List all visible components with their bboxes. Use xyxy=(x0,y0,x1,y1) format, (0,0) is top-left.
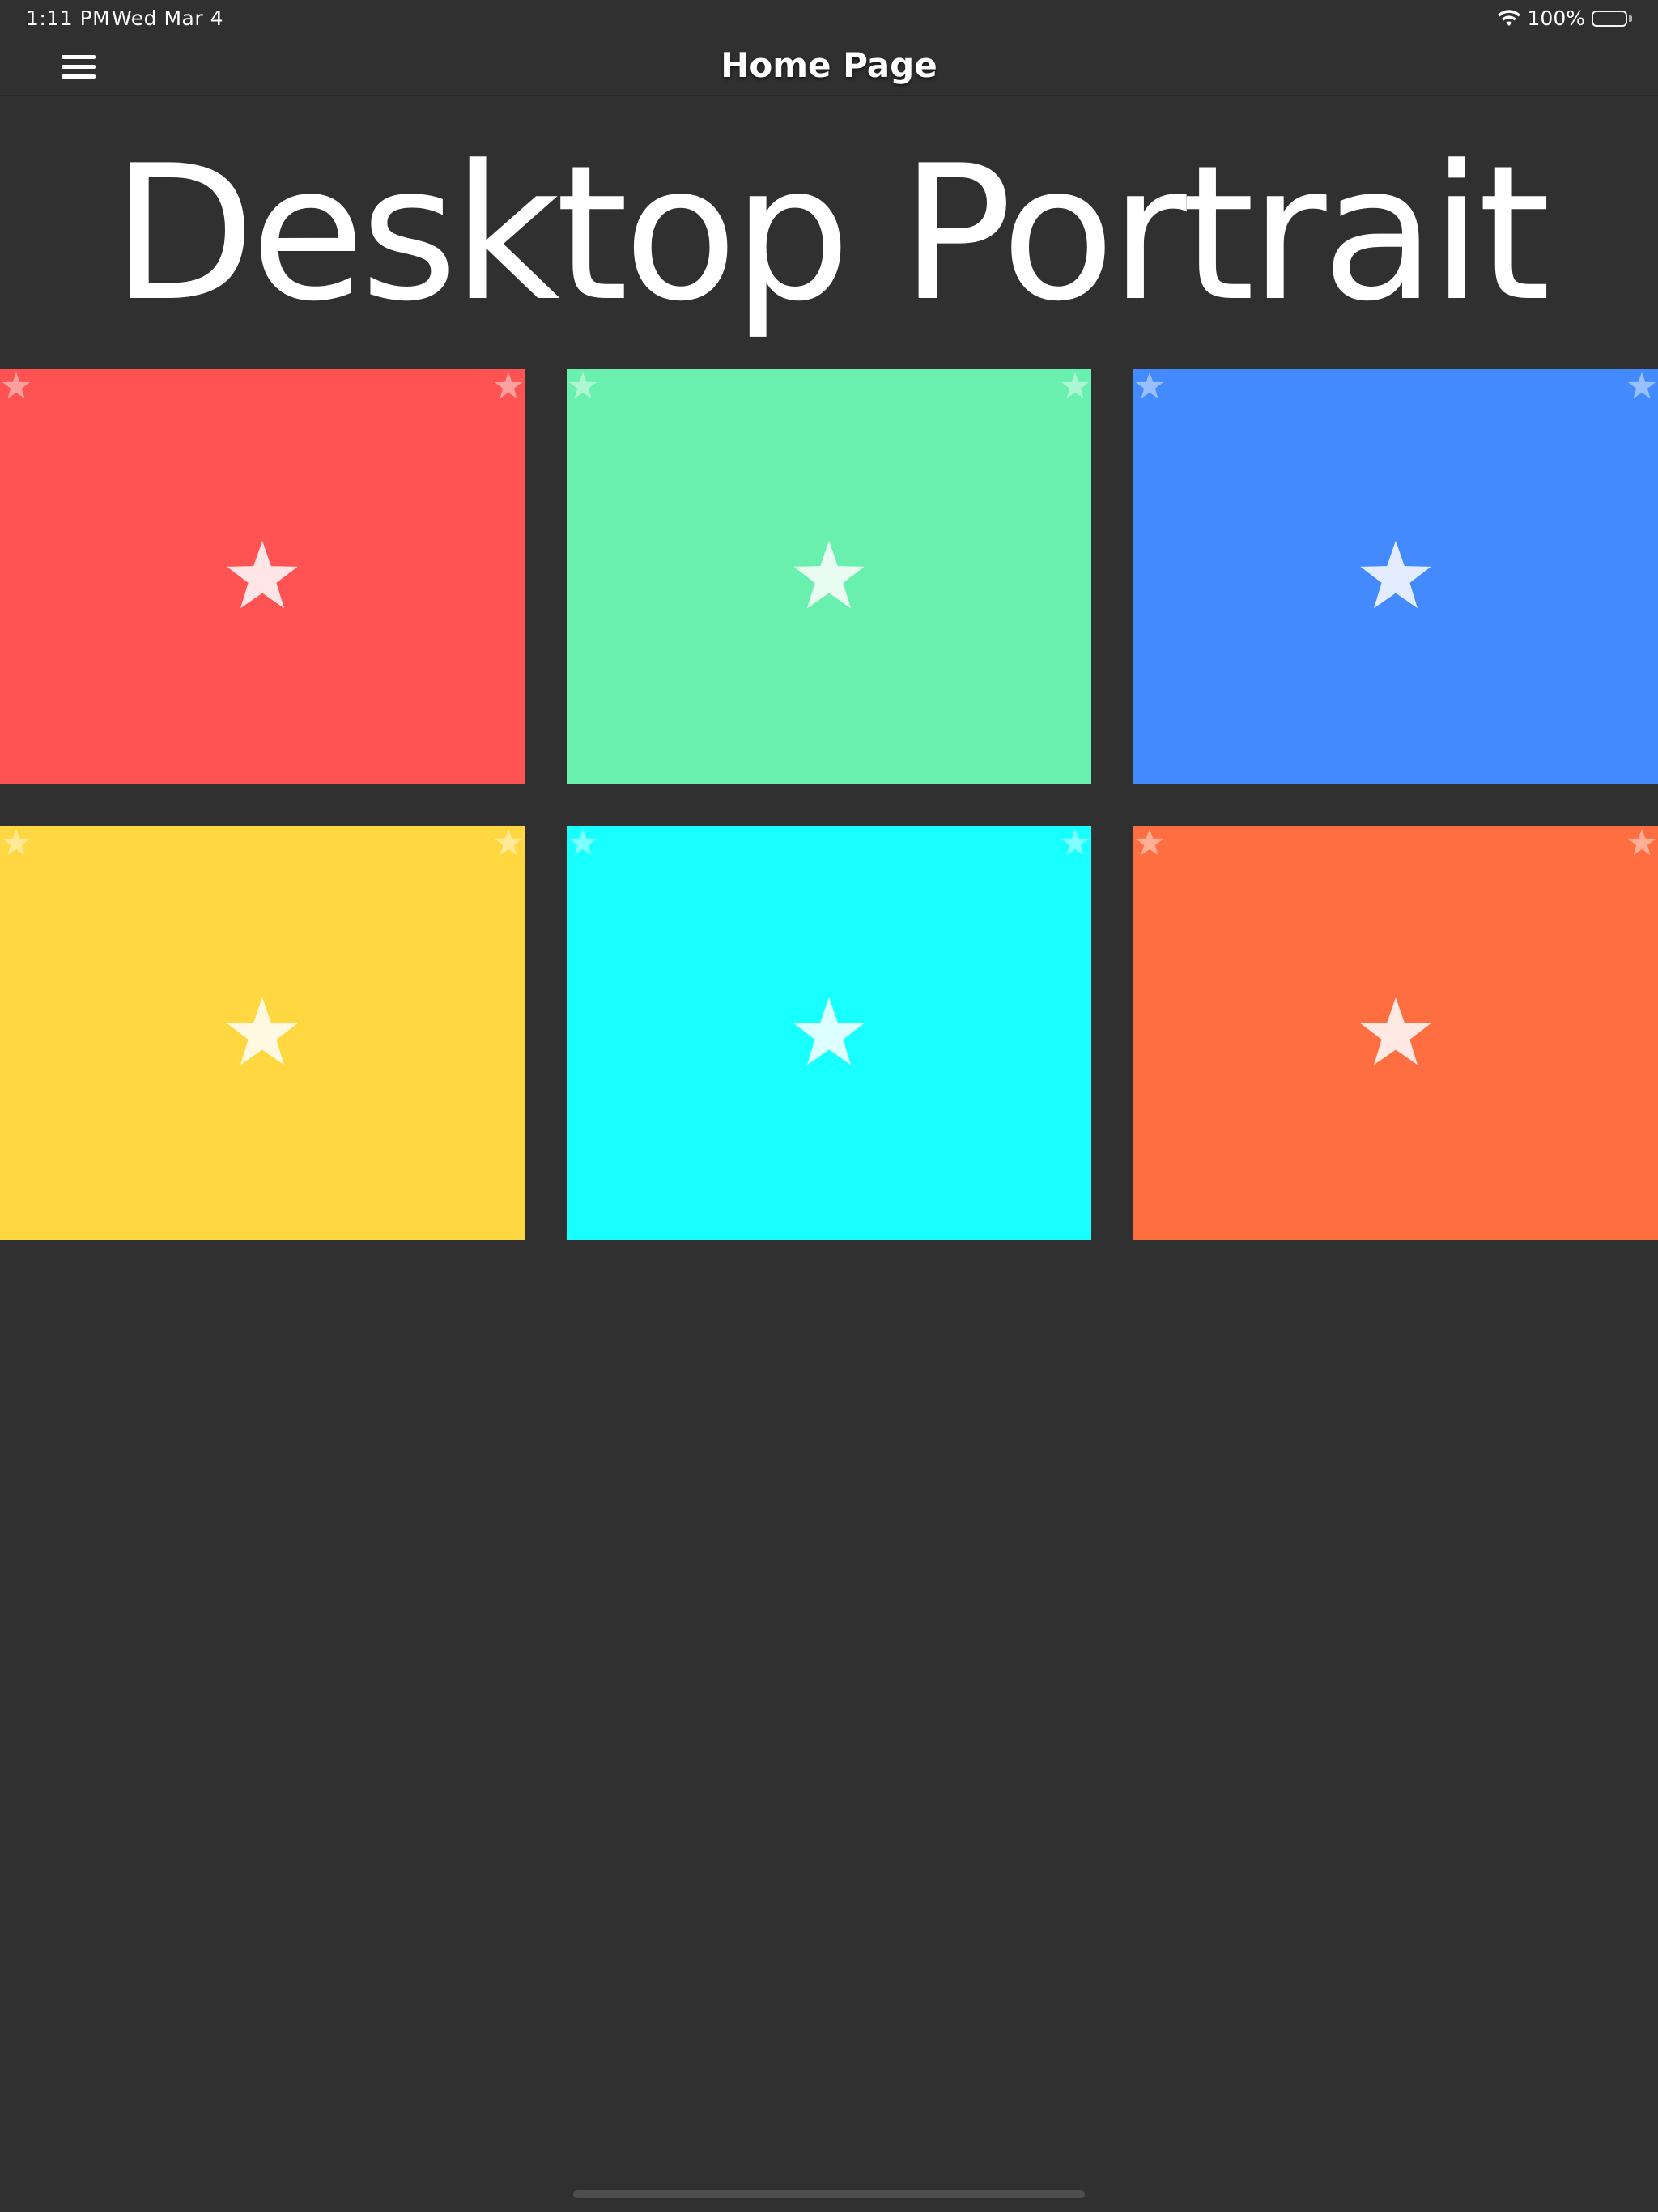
star-icon xyxy=(494,371,523,400)
color-tile[interactable] xyxy=(567,826,1091,1240)
star-icon xyxy=(1358,539,1433,610)
page-title: Home Page xyxy=(721,45,937,85)
battery-percentage: 100% xyxy=(1527,6,1585,30)
star-icon xyxy=(568,371,597,400)
star-icon xyxy=(225,539,300,610)
status-date: Wed Mar 4 xyxy=(112,6,223,30)
star-icon xyxy=(792,996,866,1067)
star-icon xyxy=(2,371,31,400)
color-tile[interactable] xyxy=(1133,826,1658,1240)
status-indicators: 100% xyxy=(1497,6,1632,30)
home-indicator[interactable] xyxy=(573,2190,1085,2198)
main-heading: Desktop Portrait xyxy=(112,126,1550,342)
star-icon xyxy=(494,827,523,857)
star-icon xyxy=(1358,996,1433,1067)
star-icon xyxy=(2,827,31,857)
app-screen: 1:11 PM Wed Mar 4 100% Home Page Desktop… xyxy=(0,0,1658,2212)
color-tile[interactable] xyxy=(0,826,525,1240)
status-time: 1:11 PM xyxy=(26,6,111,30)
star-icon xyxy=(568,827,597,857)
star-icon xyxy=(792,539,866,610)
star-icon xyxy=(1061,827,1090,857)
star-icon xyxy=(1061,371,1090,400)
navigation-bar: Home Page xyxy=(0,37,1658,96)
battery-icon xyxy=(1592,10,1632,27)
color-tile[interactable] xyxy=(567,369,1091,784)
star-icon xyxy=(1627,371,1656,400)
star-icon xyxy=(225,996,300,1067)
color-tile[interactable] xyxy=(0,369,525,784)
star-icon xyxy=(1135,827,1164,857)
star-icon xyxy=(1135,371,1164,400)
star-icon xyxy=(1627,827,1656,857)
color-tile[interactable] xyxy=(1133,369,1658,784)
status-bar: 1:11 PM Wed Mar 4 100% xyxy=(0,0,1658,37)
wifi-icon xyxy=(1497,9,1521,28)
